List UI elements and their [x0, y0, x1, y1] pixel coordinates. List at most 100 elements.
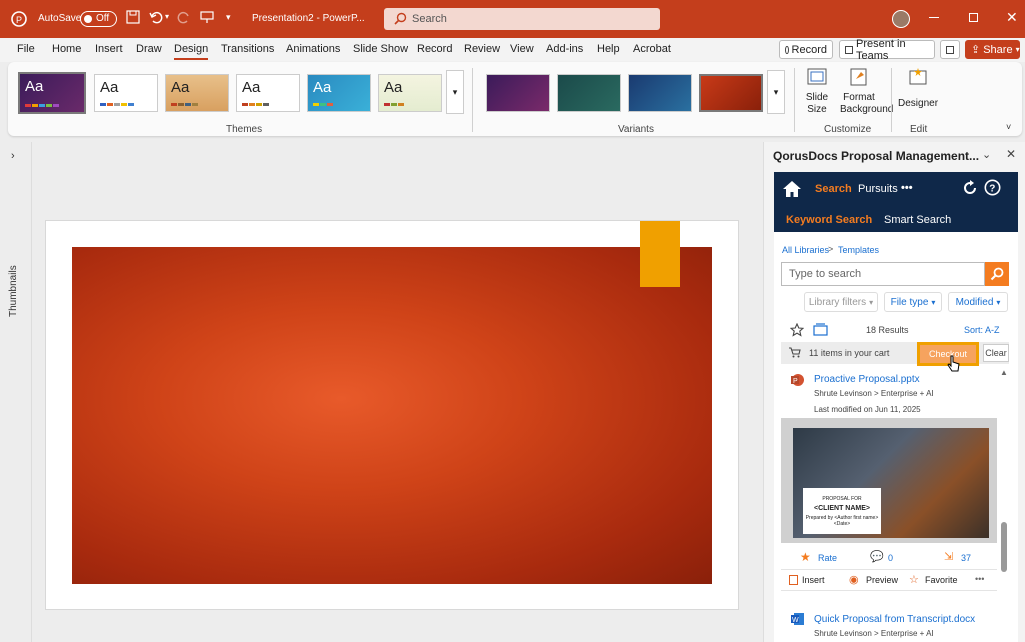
present-in-teams-button[interactable]: Present in Teams — [839, 38, 935, 62]
word-file-icon: W — [791, 613, 804, 625]
favorite-star-icon: ☆ — [909, 574, 919, 586]
svg-text:W: W — [792, 617, 799, 624]
clear-cart-button[interactable]: Clear — [983, 344, 1009, 362]
nav-search[interactable]: Search — [815, 183, 852, 195]
expand-thumbnails-icon[interactable]: › — [11, 150, 15, 162]
save-icon[interactable] — [126, 10, 140, 24]
designer-icon — [909, 68, 927, 85]
insert-button[interactable]: Insert — [802, 575, 825, 585]
slide-size-label: Slide Size — [805, 92, 829, 115]
menu-design[interactable]: Design — [174, 43, 209, 60]
format-background-icon — [850, 68, 867, 86]
menu-review[interactable]: Review — [464, 43, 500, 55]
q-search-button[interactable] — [985, 262, 1009, 286]
menu-home[interactable]: Home — [52, 43, 81, 55]
menu-acrobat[interactable]: Acrobat — [633, 43, 671, 55]
sort-control[interactable]: Sort: A-Z — [964, 325, 1000, 335]
q-search-placeholder: Type to search — [789, 268, 862, 280]
current-slide[interactable] — [45, 220, 739, 610]
share-button[interactable]: ⇪ Share ▾ — [965, 40, 1020, 59]
theme-4[interactable]: Aa — [236, 74, 300, 112]
result-1-preview[interactable]: PROPOSAL FOR <CLIENT NAME> Prepared by <… — [781, 418, 997, 543]
designer-button[interactable]: Designer — [898, 66, 938, 110]
file-type-dropdown[interactable]: File type ▾ — [884, 292, 942, 312]
variant-3[interactable] — [628, 74, 692, 112]
themes-more-button[interactable]: ▾ — [446, 70, 464, 114]
library-filters-dropdown[interactable]: Library filters ▾ — [804, 292, 878, 312]
menu-view[interactable]: View — [510, 43, 534, 55]
theme-5-aa: Aa — [313, 79, 332, 96]
variant-2[interactable] — [557, 74, 621, 112]
slide-size-icon — [807, 68, 827, 85]
refresh-icon[interactable] — [962, 180, 978, 196]
collections-icon[interactable] — [813, 323, 828, 336]
comments-button[interactable] — [940, 40, 960, 59]
qorus-body: All Libraries > Templates Type to search… — [774, 232, 1018, 642]
undo-icon[interactable] — [149, 10, 163, 24]
star-icon[interactable]: ★ — [800, 550, 811, 564]
variant-1[interactable] — [486, 74, 550, 112]
tab-smart-search[interactable]: Smart Search — [884, 214, 951, 226]
rate-link[interactable]: Rate — [818, 553, 837, 563]
menu-draw[interactable]: Draw — [136, 43, 162, 55]
menu-record[interactable]: Record — [417, 43, 452, 55]
pane-options-icon[interactable]: ⌄ — [982, 148, 991, 161]
close-icon[interactable]: ✕ — [1006, 9, 1018, 26]
theme-6[interactable]: Aa — [378, 74, 442, 112]
more-actions-icon[interactable]: ••• — [975, 574, 984, 584]
record-button[interactable]: Record — [779, 40, 833, 59]
menu-animations[interactable]: Animations — [286, 43, 340, 55]
menu-insert[interactable]: Insert — [95, 43, 123, 55]
mouse-pointer-icon — [947, 355, 960, 372]
search-box[interactable]: Search — [384, 8, 660, 30]
q-search-input[interactable]: Type to search — [781, 262, 985, 286]
collapse-ribbon-icon[interactable]: ˅ — [1006, 122, 1011, 132]
comment-icon — [946, 45, 954, 54]
menu-slide-show[interactable]: Slide Show — [353, 43, 408, 55]
maximize-icon[interactable] — [969, 13, 978, 22]
slide-size-button[interactable]: Slide Size — [800, 66, 834, 116]
theme-5[interactable]: Aa — [307, 74, 371, 112]
theme-3[interactable]: Aa — [165, 74, 229, 112]
modified-dropdown[interactable]: Modified ▾ — [948, 292, 1008, 312]
result-1-title[interactable]: Proactive Proposal.pptx — [814, 374, 920, 385]
present-icon[interactable] — [200, 10, 214, 24]
menu-add-ins[interactable]: Add-ins — [546, 43, 583, 55]
scrollbar-thumb[interactable] — [1001, 522, 1007, 572]
minimize-icon[interactable] — [929, 17, 939, 18]
clear-label: Clear — [985, 348, 1007, 358]
variant-4[interactable] — [699, 74, 763, 112]
breadcrumb-all-libraries[interactable]: All Libraries — [782, 245, 829, 255]
customize-toolbar-icon[interactable]: ▾ — [226, 12, 231, 23]
scrollbar[interactable] — [1000, 372, 1008, 612]
menu-transitions[interactable]: Transitions — [221, 43, 274, 55]
preview-title-card: PROPOSAL FOR <CLIENT NAME> Prepared by <… — [803, 488, 881, 534]
home-icon[interactable] — [782, 180, 802, 198]
comments-icon[interactable]: 💬 — [870, 550, 884, 563]
preview-button[interactable]: Preview — [866, 575, 898, 585]
autosave-toggle[interactable]: Off — [80, 11, 117, 27]
menu-file[interactable]: File — [17, 43, 35, 55]
nav-more[interactable]: ••• — [901, 182, 913, 194]
tab-keyword-search[interactable]: Keyword Search — [786, 214, 872, 226]
theme-1[interactable]: Aa — [18, 72, 86, 114]
format-background-button[interactable]: Format Background — [840, 66, 893, 116]
redo-icon[interactable] — [177, 10, 191, 24]
star-outline-icon[interactable] — [790, 323, 804, 337]
breadcrumb-templates[interactable]: Templates — [838, 245, 879, 255]
pane-close-icon[interactable]: ✕ — [1006, 147, 1016, 161]
menu-help[interactable]: Help — [597, 43, 620, 55]
format-background-label-1: Format — [843, 92, 875, 103]
nav-pursuits[interactable]: Pursuits — [858, 183, 898, 195]
result-2-title[interactable]: Quick Proposal from Transcript.docx — [814, 614, 975, 625]
favorite-button[interactable]: Favorite — [925, 575, 958, 585]
preview-card-name: <CLIENT NAME> — [813, 505, 870, 512]
undo-dropdown-icon[interactable]: ▾ — [165, 12, 169, 21]
variants-more-button[interactable]: ▾ — [767, 70, 785, 114]
qorus-header: Search Pursuits ••• ? Keyword Search Sma… — [774, 172, 1018, 232]
user-avatar[interactable] — [892, 10, 910, 28]
theme-2[interactable]: Aa — [94, 74, 158, 112]
variants-group-label: Variants — [618, 124, 654, 135]
help-icon[interactable]: ? — [984, 179, 1001, 196]
document-title: Presentation2 - PowerP... — [252, 13, 365, 24]
